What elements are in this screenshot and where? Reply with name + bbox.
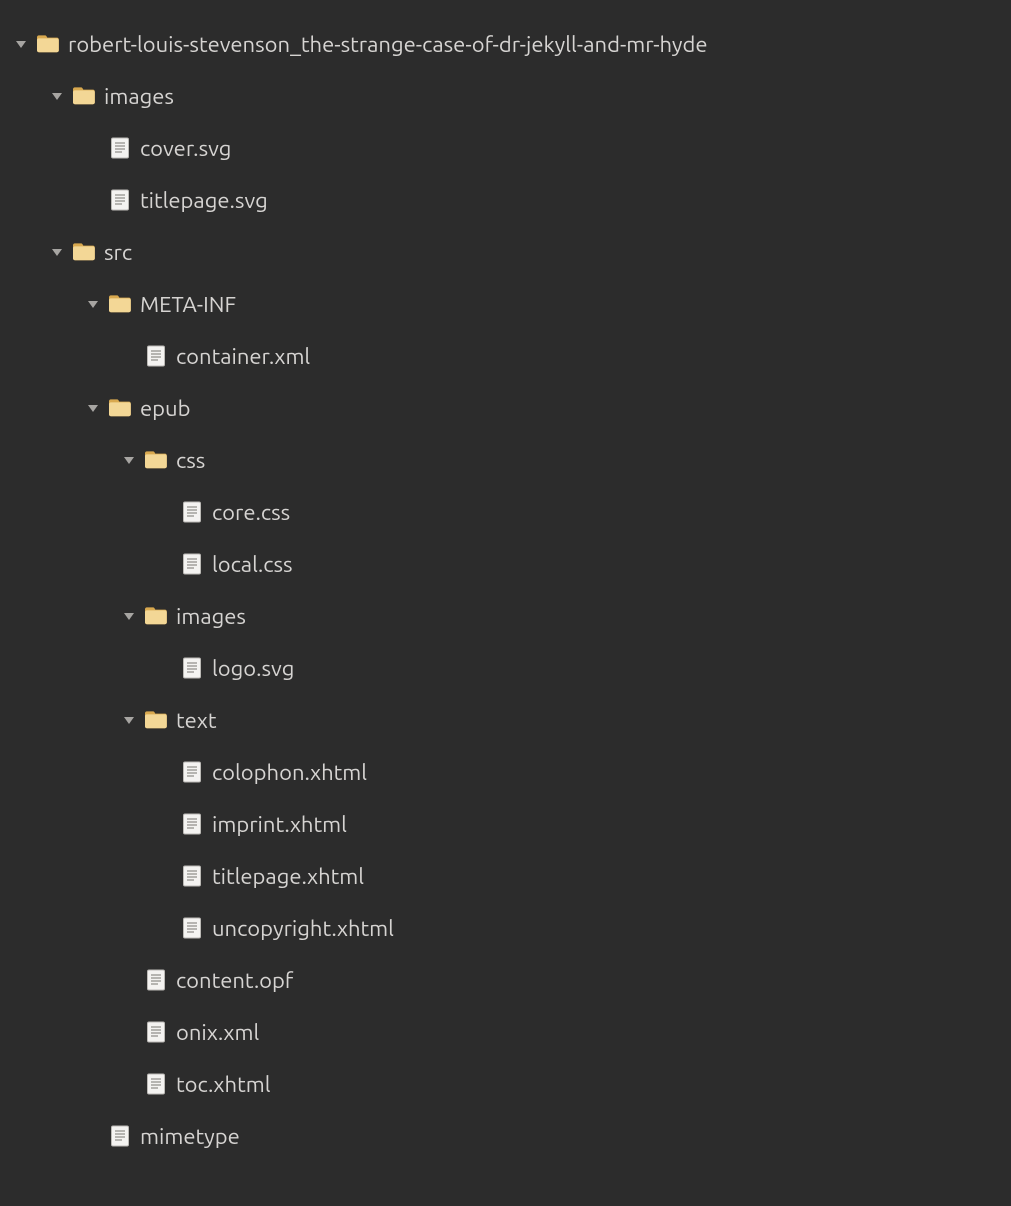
file-icon bbox=[106, 189, 134, 211]
disclosure-triangle-icon[interactable] bbox=[46, 246, 68, 258]
file-row-logo-svg[interactable]: logo.svg bbox=[10, 642, 1001, 694]
file-row-titlepage-xhtml[interactable]: titlepage.xhtml bbox=[10, 850, 1001, 902]
folder-icon bbox=[142, 606, 170, 626]
folder-label-images: images bbox=[176, 604, 246, 629]
file-icon bbox=[178, 813, 206, 835]
folder-row-images[interactable]: images bbox=[10, 590, 1001, 642]
file-label-imprint-xhtml: imprint.xhtml bbox=[212, 812, 347, 837]
file-label-content-opf: content.opf bbox=[176, 968, 293, 993]
file-row-core-css[interactable]: core.css bbox=[10, 486, 1001, 538]
folder-label-epub: epub bbox=[140, 396, 190, 421]
file-icon bbox=[178, 553, 206, 575]
disclosure-triangle-icon[interactable] bbox=[118, 714, 140, 726]
file-label-titlepage-svg: titlepage.svg bbox=[140, 188, 268, 213]
file-icon bbox=[106, 1125, 134, 1147]
file-label-cover-svg: cover.svg bbox=[140, 136, 231, 161]
folder-row-images[interactable]: images bbox=[10, 70, 1001, 122]
folder-icon bbox=[70, 242, 98, 262]
folder-row-epub[interactable]: epub bbox=[10, 382, 1001, 434]
file-icon bbox=[106, 137, 134, 159]
file-row-local-css[interactable]: local.css bbox=[10, 538, 1001, 590]
file-label-local-css: local.css bbox=[212, 552, 293, 577]
folder-label-robert-louis-stevenson-the-strange-case-of-dr-jekyll-and-mr-: robert-louis-stevenson_the-strange-case-… bbox=[68, 32, 707, 57]
file-icon bbox=[178, 917, 206, 939]
file-row-container-xml[interactable]: container.xml bbox=[10, 330, 1001, 382]
file-icon bbox=[178, 761, 206, 783]
folder-label-src: src bbox=[104, 240, 132, 265]
file-row-titlepage-svg[interactable]: titlepage.svg bbox=[10, 174, 1001, 226]
folder-icon bbox=[142, 710, 170, 730]
folder-row-meta-inf[interactable]: META-INF bbox=[10, 278, 1001, 330]
folder-icon bbox=[106, 398, 134, 418]
disclosure-triangle-icon[interactable] bbox=[10, 38, 32, 50]
file-row-uncopyright-xhtml[interactable]: uncopyright.xhtml bbox=[10, 902, 1001, 954]
disclosure-triangle-icon[interactable] bbox=[82, 402, 104, 414]
file-row-content-opf[interactable]: content.opf bbox=[10, 954, 1001, 1006]
file-icon bbox=[178, 501, 206, 523]
file-icon bbox=[178, 865, 206, 887]
file-label-colophon-xhtml: colophon.xhtml bbox=[212, 760, 367, 785]
folder-icon bbox=[34, 34, 62, 54]
folder-label-images: images bbox=[104, 84, 174, 109]
file-label-uncopyright-xhtml: uncopyright.xhtml bbox=[212, 916, 394, 941]
folder-icon bbox=[70, 86, 98, 106]
file-icon bbox=[178, 657, 206, 679]
disclosure-triangle-icon[interactable] bbox=[118, 610, 140, 622]
folder-row-css[interactable]: css bbox=[10, 434, 1001, 486]
file-icon bbox=[142, 1073, 170, 1095]
file-label-titlepage-xhtml: titlepage.xhtml bbox=[212, 864, 364, 889]
disclosure-triangle-icon[interactable] bbox=[46, 90, 68, 102]
folder-row-text[interactable]: text bbox=[10, 694, 1001, 746]
file-label-core-css: core.css bbox=[212, 500, 290, 525]
file-icon bbox=[142, 345, 170, 367]
file-label-mimetype: mimetype bbox=[140, 1124, 240, 1149]
folder-icon bbox=[106, 294, 134, 314]
file-row-colophon-xhtml[interactable]: colophon.xhtml bbox=[10, 746, 1001, 798]
folder-label-meta-inf: META-INF bbox=[140, 292, 236, 317]
file-icon bbox=[142, 1021, 170, 1043]
file-row-toc-xhtml[interactable]: toc.xhtml bbox=[10, 1058, 1001, 1110]
file-label-container-xml: container.xml bbox=[176, 344, 310, 369]
file-tree: robert-louis-stevenson_the-strange-case-… bbox=[0, 0, 1011, 1172]
folder-row-robert-louis-stevenson-the-strange-case-of-dr-jekyll-and-mr-[interactable]: robert-louis-stevenson_the-strange-case-… bbox=[10, 18, 1001, 70]
folder-label-text: text bbox=[176, 708, 217, 733]
file-label-onix-xml: onix.xml bbox=[176, 1020, 259, 1045]
file-row-mimetype[interactable]: mimetype bbox=[10, 1110, 1001, 1162]
file-label-logo-svg: logo.svg bbox=[212, 656, 294, 681]
file-icon bbox=[142, 969, 170, 991]
disclosure-triangle-icon[interactable] bbox=[118, 454, 140, 466]
folder-row-src[interactable]: src bbox=[10, 226, 1001, 278]
file-row-cover-svg[interactable]: cover.svg bbox=[10, 122, 1001, 174]
disclosure-triangle-icon[interactable] bbox=[82, 298, 104, 310]
file-label-toc-xhtml: toc.xhtml bbox=[176, 1072, 270, 1097]
file-row-imprint-xhtml[interactable]: imprint.xhtml bbox=[10, 798, 1001, 850]
file-row-onix-xml[interactable]: onix.xml bbox=[10, 1006, 1001, 1058]
folder-icon bbox=[142, 450, 170, 470]
folder-label-css: css bbox=[176, 448, 205, 473]
